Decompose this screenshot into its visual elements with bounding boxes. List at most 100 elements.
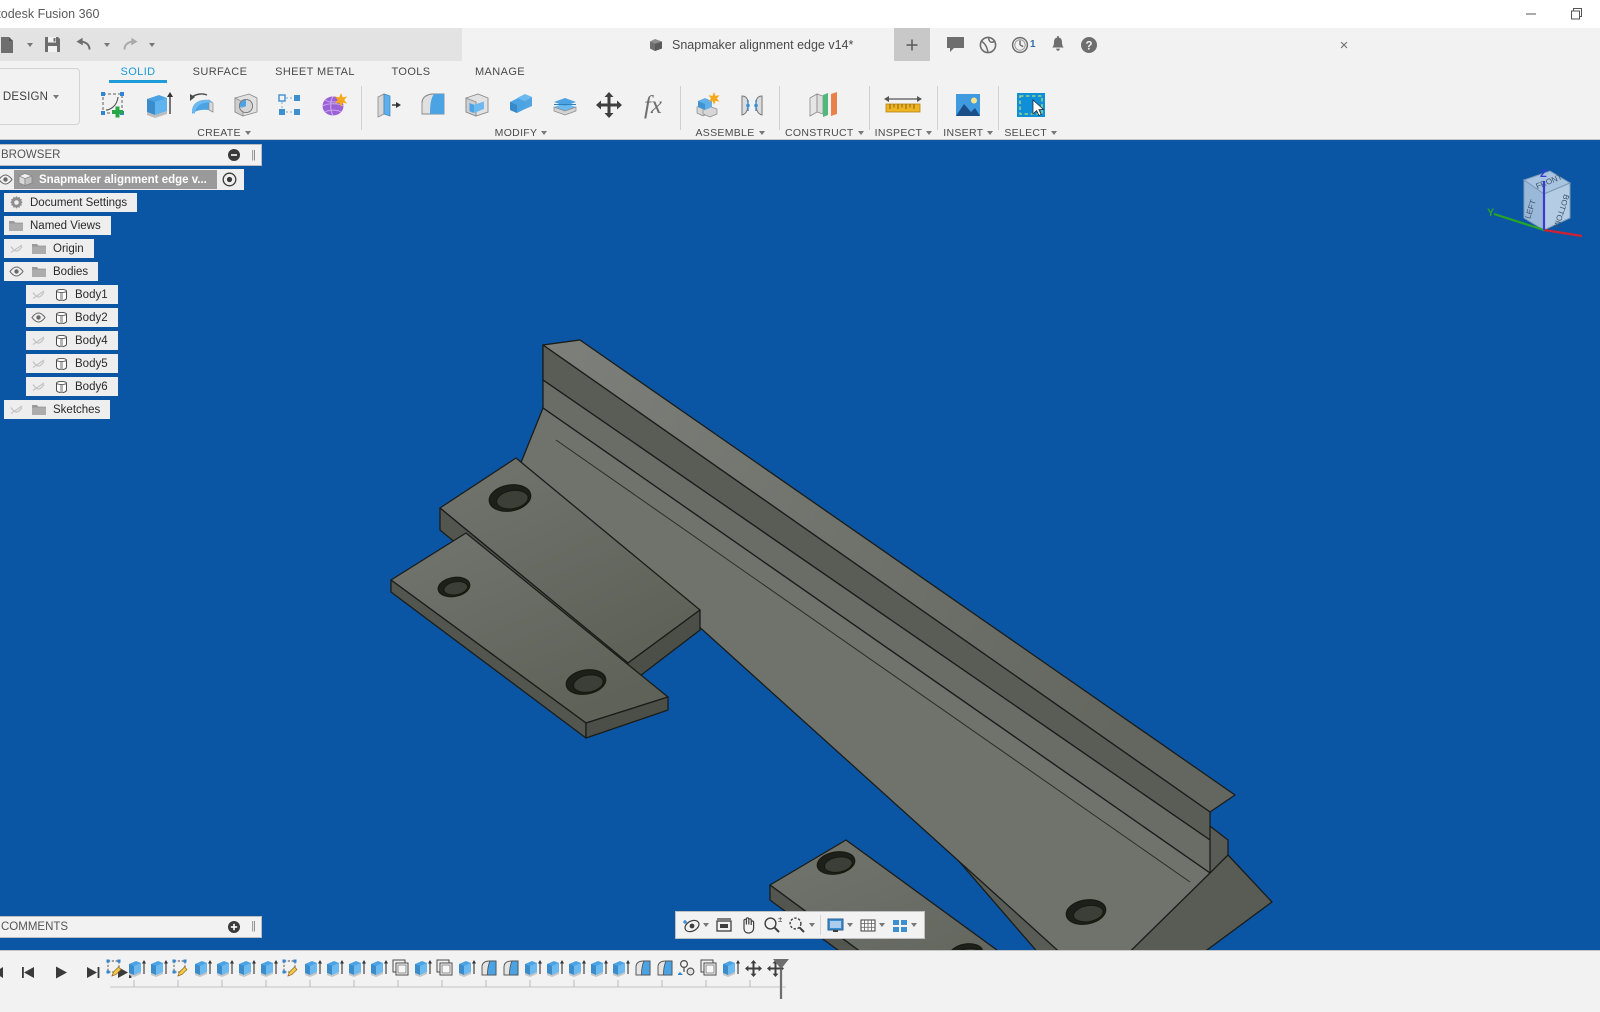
tree-row-root[interactable]: Snapmaker alignment edge v... xyxy=(0,169,262,190)
shell-button[interactable] xyxy=(455,84,499,126)
create-form-button[interactable] xyxy=(312,84,356,126)
create-sketch-button[interactable] xyxy=(92,84,136,126)
timeline-feature[interactable] xyxy=(522,959,544,978)
tree-row-body5[interactable]: Body5 xyxy=(0,354,262,373)
timeline-feature[interactable] xyxy=(500,959,522,978)
activate-radio-icon[interactable] xyxy=(220,172,240,187)
job-status-icon[interactable] xyxy=(979,28,997,61)
timeline-feature-track[interactable] xyxy=(104,959,786,978)
eye-hidden-icon[interactable] xyxy=(29,358,47,370)
eye-visible-icon[interactable] xyxy=(0,174,14,185)
measure-button[interactable] xyxy=(878,84,928,126)
workspace-selector[interactable]: DESIGN xyxy=(0,68,80,125)
display-settings-button[interactable] xyxy=(823,912,856,938)
tree-row-bodies[interactable]: Bodies xyxy=(0,262,262,281)
notifications-icon[interactable] xyxy=(1050,28,1066,61)
tab-tools[interactable]: TOOLS xyxy=(368,63,454,78)
timeline-play-button[interactable] xyxy=(50,961,72,983)
timeline-step-back-button[interactable] xyxy=(18,961,40,983)
ribbon-group-modify-label[interactable]: MODIFY xyxy=(495,126,548,140)
add-comment-icon[interactable] xyxy=(227,920,241,934)
collapse-minus-icon[interactable] xyxy=(227,148,241,162)
browser-grip-icon[interactable]: || xyxy=(251,149,256,161)
revolve-button[interactable] xyxy=(180,84,224,126)
timeline-feature[interactable] xyxy=(588,959,610,978)
eye-visible-icon[interactable] xyxy=(29,312,47,323)
pan-button[interactable] xyxy=(736,912,760,938)
timeline-feature[interactable] xyxy=(412,959,434,978)
offset-plane-button[interactable] xyxy=(799,84,849,126)
timeline-feature[interactable] xyxy=(698,959,720,978)
fillet-button[interactable] xyxy=(411,84,455,126)
ribbon-group-insert-label[interactable]: INSERT xyxy=(943,126,994,140)
timeline-step-forward-button[interactable] xyxy=(82,961,104,983)
eye-hidden-icon[interactable] xyxy=(29,335,47,347)
timeline-feature[interactable] xyxy=(148,959,170,978)
split-face-button[interactable] xyxy=(543,84,587,126)
timeline-feature[interactable] xyxy=(346,959,368,978)
eye-hidden-icon[interactable] xyxy=(7,404,25,416)
sweep-button[interactable] xyxy=(224,84,268,126)
comments-icon[interactable] xyxy=(946,28,965,61)
tree-root-chip[interactable]: Snapmaker alignment edge v... xyxy=(14,170,217,189)
joint-button[interactable] xyxy=(730,84,774,126)
timeline-feature[interactable] xyxy=(126,959,148,978)
timeline-feature[interactable] xyxy=(544,959,566,978)
model-canvas[interactable]: BROWSER || Snapmaker alignment edge v...… xyxy=(0,140,1600,950)
timeline-feature[interactable] xyxy=(192,959,214,978)
timeline-feature[interactable] xyxy=(676,959,698,978)
timeline-playhead-icon[interactable] xyxy=(770,957,792,1001)
timeline-feature[interactable] xyxy=(280,959,302,978)
timeline-feature[interactable] xyxy=(104,959,126,978)
eye-hidden-icon[interactable] xyxy=(29,289,47,301)
combine-button[interactable] xyxy=(499,84,543,126)
tree-row-document-settings[interactable]: Document Settings xyxy=(0,193,262,212)
tree-row-sketches[interactable]: Sketches xyxy=(0,400,262,419)
timeline-feature[interactable] xyxy=(456,959,478,978)
redo-button[interactable] xyxy=(114,32,144,58)
timeline-feature[interactable] xyxy=(390,959,412,978)
pattern-button[interactable] xyxy=(268,84,312,126)
redo-caret-icon[interactable] xyxy=(146,32,157,58)
new-document-button[interactable] xyxy=(0,32,22,58)
timeline-feature[interactable] xyxy=(302,959,324,978)
insert-image-button[interactable] xyxy=(943,84,993,126)
minimize-button[interactable] xyxy=(1508,0,1554,28)
undo-button[interactable] xyxy=(69,32,99,58)
timeline-feature[interactable] xyxy=(214,959,236,978)
restore-button[interactable] xyxy=(1554,0,1600,28)
timeline-feature[interactable] xyxy=(258,959,280,978)
timeline-feature[interactable] xyxy=(368,959,390,978)
timeline-feature[interactable] xyxy=(478,959,500,978)
orbit-button[interactable] xyxy=(680,912,712,938)
eye-hidden-icon[interactable] xyxy=(29,381,47,393)
timeline-feature[interactable] xyxy=(720,959,742,978)
viewports-button[interactable] xyxy=(888,912,920,938)
timeline-feature[interactable] xyxy=(742,959,764,978)
new-component-button[interactable] xyxy=(686,84,730,126)
change-parameters-button[interactable]: fx xyxy=(631,84,675,126)
tab-sheet-metal[interactable]: SHEET METAL xyxy=(262,63,368,78)
timeline-feature[interactable] xyxy=(654,959,676,978)
recent-jobs-icon[interactable]: 1 xyxy=(1011,28,1036,61)
timeline-feature[interactable] xyxy=(434,959,456,978)
ribbon-group-construct-label[interactable]: CONSTRUCT xyxy=(785,126,864,140)
comments-grip-icon[interactable]: || xyxy=(251,920,256,932)
move-copy-button[interactable] xyxy=(587,84,631,126)
ribbon-group-inspect-label[interactable]: INSPECT xyxy=(875,126,933,140)
ribbon-group-assemble-label[interactable]: ASSEMBLE xyxy=(695,126,765,140)
tab-manage[interactable]: MANAGE xyxy=(454,63,546,78)
timeline-feature[interactable] xyxy=(324,959,346,978)
tree-row-named-views[interactable]: Named Views xyxy=(0,216,262,235)
ribbon-group-create-label[interactable]: CREATE xyxy=(197,126,251,140)
close-tab-button[interactable]: × xyxy=(1335,36,1353,54)
view-cube[interactable]: FRONT LEFT BOTTOM Y Z xyxy=(1462,158,1582,268)
new-tab-button[interactable] xyxy=(894,28,930,61)
tab-solid[interactable]: SOLID xyxy=(98,63,178,78)
tree-row-body4[interactable]: Body4 xyxy=(0,331,262,350)
timeline-feature[interactable] xyxy=(632,959,654,978)
save-button[interactable] xyxy=(37,32,67,58)
new-document-caret-icon[interactable] xyxy=(24,32,35,58)
grid-snaps-button[interactable] xyxy=(856,912,888,938)
look-at-button[interactable] xyxy=(712,912,736,938)
